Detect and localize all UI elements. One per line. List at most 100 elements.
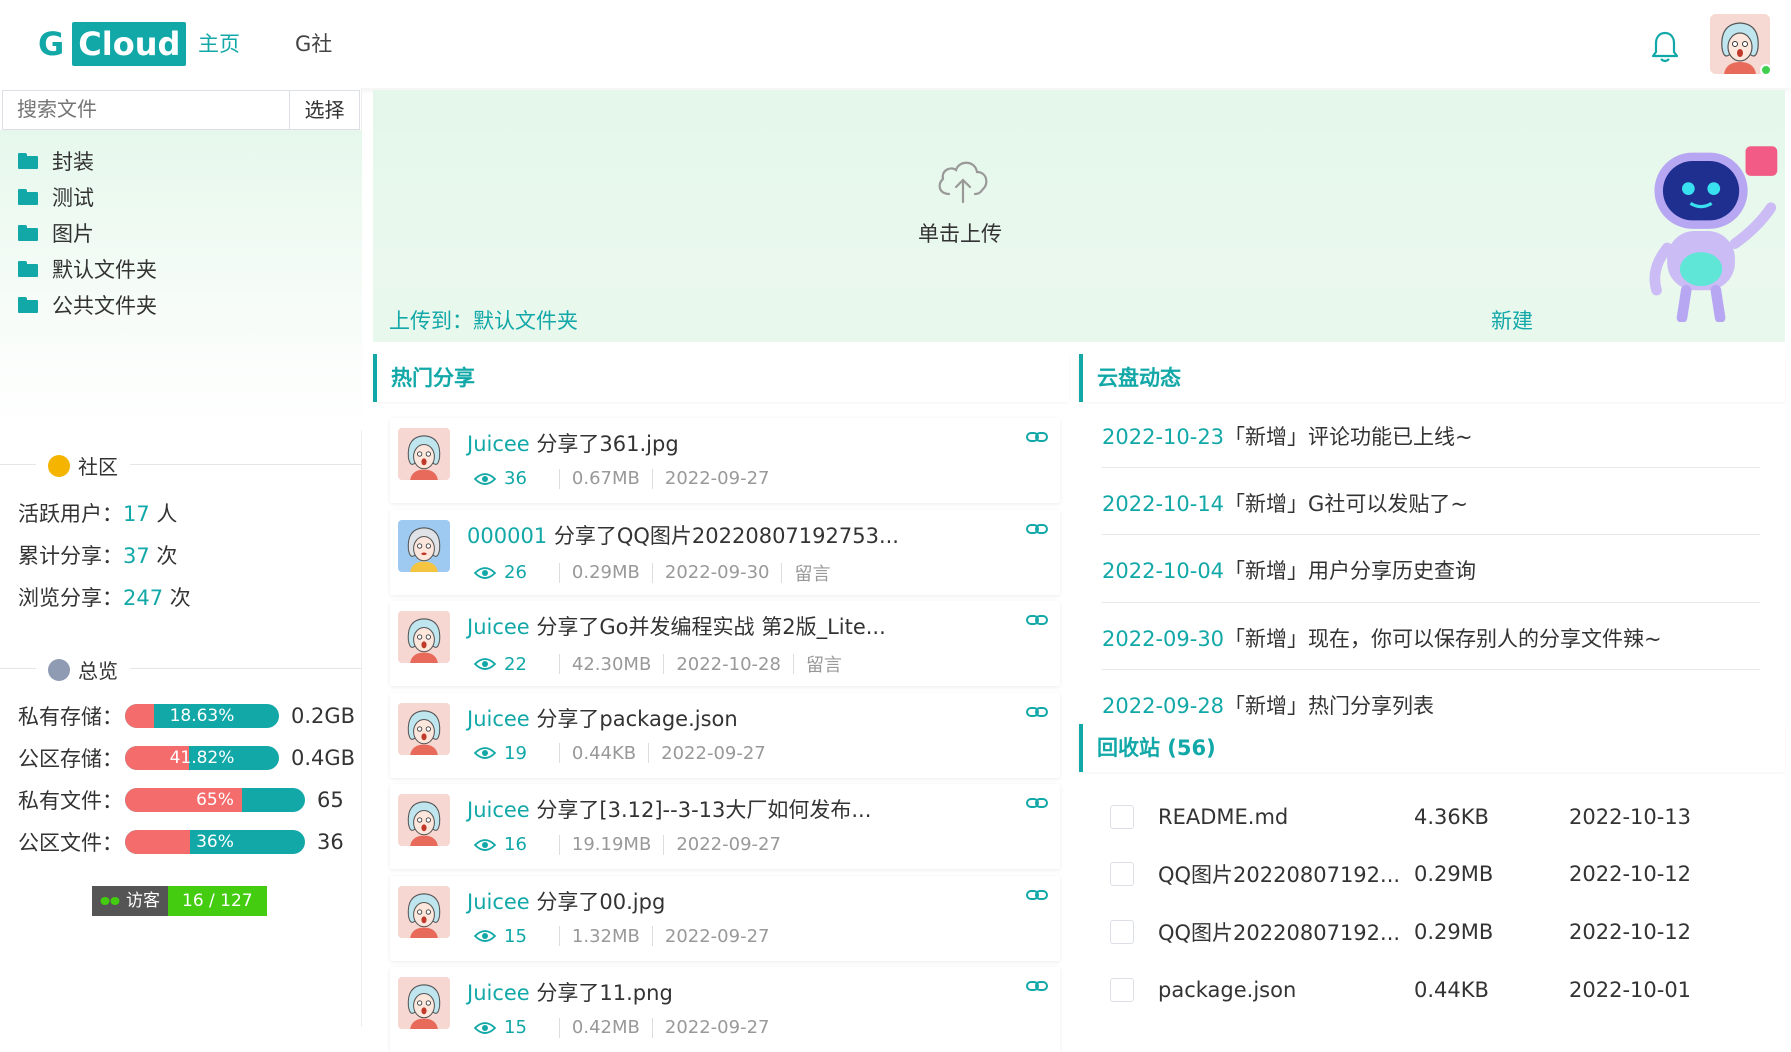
share-user[interactable]: Juicee (467, 707, 530, 731)
news-item[interactable]: 2022-10-04「新增」用户分享历史查询 (1102, 555, 1476, 585)
share-title[interactable]: Juicee 分享了Go并发编程实战 第2版_Lite... (467, 611, 886, 641)
recycle-checkbox[interactable] (1110, 920, 1134, 944)
search-input[interactable] (2, 90, 290, 130)
share-title[interactable]: Juicee 分享了361.jpg (467, 428, 679, 458)
recycle-item: QQ图片20220807192... 0.29MB 2022-10-12 (1110, 917, 1691, 947)
share-card[interactable]: Juicee 分享了Go并发编程实战 第2版_Lite... 22 42.30M… (390, 601, 1060, 686)
share-user[interactable]: Juicee (467, 432, 530, 456)
share-date: 2022-09-27 (664, 1017, 770, 1038)
select-button[interactable]: 选择 (289, 90, 360, 130)
overview-label: 总览 (78, 659, 118, 683)
share-avatar[interactable] (398, 977, 450, 1029)
link-icon[interactable] (1026, 430, 1048, 444)
folder-item[interactable]: 封装 (18, 144, 94, 178)
folder-label: 默认文件夹 (52, 258, 157, 282)
logo[interactable]: G Cloud (38, 22, 187, 66)
bell-icon[interactable] (1650, 30, 1680, 64)
recycle-file-size: 0.29MB (1414, 862, 1494, 886)
recycle-checkbox[interactable] (1110, 862, 1134, 886)
progress-bar: 18.63% (125, 704, 279, 728)
recycle-bin-header: 回收站 (56) (1079, 724, 1785, 772)
link-icon[interactable] (1026, 796, 1048, 810)
share-size: 1.32MB (571, 925, 640, 947)
share-date: 2022-09-30 (664, 562, 770, 583)
share-views: 36 (504, 468, 527, 489)
meta-separator (663, 834, 665, 855)
share-card[interactable]: Juicee 分享了361.jpg 36 0.67MB 2022-09-27 (390, 418, 1060, 503)
new-button[interactable]: 新建 (1491, 305, 1533, 335)
link-icon[interactable] (1026, 522, 1048, 536)
share-title[interactable]: Juicee 分享了package.json (467, 703, 738, 733)
news-item[interactable]: 2022-09-30「新增」现在，你可以保存别人的分享文件辣~ (1102, 623, 1662, 653)
share-card[interactable]: Juicee 分享了11.png 15 0.42MB 2022-09-27 (390, 967, 1060, 1052)
share-avatar[interactable] (398, 611, 450, 663)
comment-link[interactable]: 留言 (794, 560, 830, 586)
news-item[interactable]: 2022-09-28「新增」热门分享列表 (1102, 690, 1434, 720)
recycle-checkbox[interactable] (1110, 978, 1134, 1002)
news-divider (1102, 602, 1760, 603)
folder-item[interactable]: 图片 (18, 216, 94, 250)
share-size: 42.30MB (571, 653, 652, 675)
upload-dropzone[interactable]: 单击上传 上传到：默认文件夹 新建 (373, 90, 1785, 342)
recycle-checkbox[interactable] (1110, 805, 1134, 829)
avatar-icon (407, 709, 441, 755)
share-card[interactable]: Juicee 分享了[3.12]--3-13大厂如何发布... 16 19.19… (390, 784, 1060, 869)
share-user[interactable]: 000001 (467, 524, 547, 548)
top-header: G Cloud 主页 G社 (0, 0, 1791, 88)
share-user[interactable]: Juicee (467, 890, 530, 914)
eye-icon (474, 1021, 496, 1034)
news-item[interactable]: 2022-10-23「新增」评论功能已上线~ (1102, 421, 1473, 451)
share-meta: 16 19.19MB 2022-09-27 (474, 834, 781, 855)
usage-value: 65 (317, 788, 344, 812)
share-title[interactable]: Juicee 分享了[3.12]--3-13大厂如何发布... (467, 794, 871, 824)
upload-destination[interactable]: 上传到：默认文件夹 (389, 305, 578, 335)
news-item[interactable]: 2022-10-14「新增」G社可以发贴了~ (1102, 488, 1468, 518)
share-avatar[interactable] (398, 428, 450, 480)
share-avatar[interactable] (398, 885, 450, 938)
share-avatar[interactable] (398, 519, 450, 572)
progress-bar: 41.82% (125, 746, 279, 770)
share-title[interactable]: Juicee 分享了00.jpg (467, 886, 665, 916)
upload-prompt[interactable]: 单击上传 (918, 218, 1002, 248)
share-avatar[interactable] (398, 794, 450, 846)
nav-home[interactable]: 主页 (198, 28, 240, 58)
recycle-file-name: QQ图片20220807192... (1158, 921, 1401, 945)
usage-label: 公区存储： (18, 747, 123, 771)
link-icon[interactable] (1026, 979, 1048, 993)
sidebar: 选择 封装 测试 图片 默认文件夹 公共文件夹 社区 活跃用户：17 人 累计分… (0, 88, 362, 1027)
usage-row-public-files: 公区文件： 36% 36 (18, 829, 344, 855)
sunglasses-emoji-icon (48, 454, 70, 477)
link-icon[interactable] (1026, 705, 1048, 719)
share-user[interactable]: Juicee (467, 981, 530, 1005)
folder-item[interactable]: 测试 (18, 180, 94, 214)
overview-heading: 总览 (36, 655, 130, 684)
nav-g-community[interactable]: G社 (295, 28, 332, 58)
share-card[interactable]: Juicee 分享了00.jpg 15 1.32MB 2022-09-27 (390, 875, 1060, 961)
share-size: 0.44KB (571, 742, 637, 764)
share-user[interactable]: Juicee (467, 615, 530, 639)
stat-share-views: 浏览分享：247 次 (18, 586, 191, 610)
recycle-file-date: 2022-10-12 (1569, 920, 1692, 944)
share-card[interactable]: Juicee 分享了package.json 19 0.44KB 2022-09… (390, 692, 1060, 778)
folder-item[interactable]: 默认文件夹 (18, 252, 157, 286)
avatar-icon (407, 801, 441, 846)
link-icon[interactable] (1026, 888, 1048, 902)
share-card[interactable]: 000001 分享了QQ图片20220807192753... 26 0.29M… (390, 509, 1060, 595)
link-icon[interactable] (1026, 613, 1048, 627)
share-date: 2022-09-27 (676, 834, 781, 855)
cloud-upload-icon (938, 161, 988, 204)
share-size: 19.19MB (571, 834, 652, 855)
folder-icon (18, 297, 38, 313)
share-title[interactable]: Juicee 分享了11.png (467, 977, 673, 1007)
visitor-badge: 访客 16 / 127 (92, 886, 267, 916)
meta-separator (558, 1017, 560, 1038)
share-user[interactable]: Juicee (467, 798, 530, 822)
usage-row-private-storage: 私有存储： 18.63% 0.2GB (18, 703, 355, 729)
folder-label: 封装 (52, 150, 94, 174)
eye-icon (474, 747, 496, 759)
share-avatar[interactable] (398, 702, 450, 755)
folder-item[interactable]: 公共文件夹 (18, 288, 157, 322)
share-title[interactable]: 000001 分享了QQ图片20220807192753... (467, 520, 899, 550)
comment-link[interactable]: 留言 (806, 651, 842, 677)
robot-emoji-icon (48, 658, 70, 681)
